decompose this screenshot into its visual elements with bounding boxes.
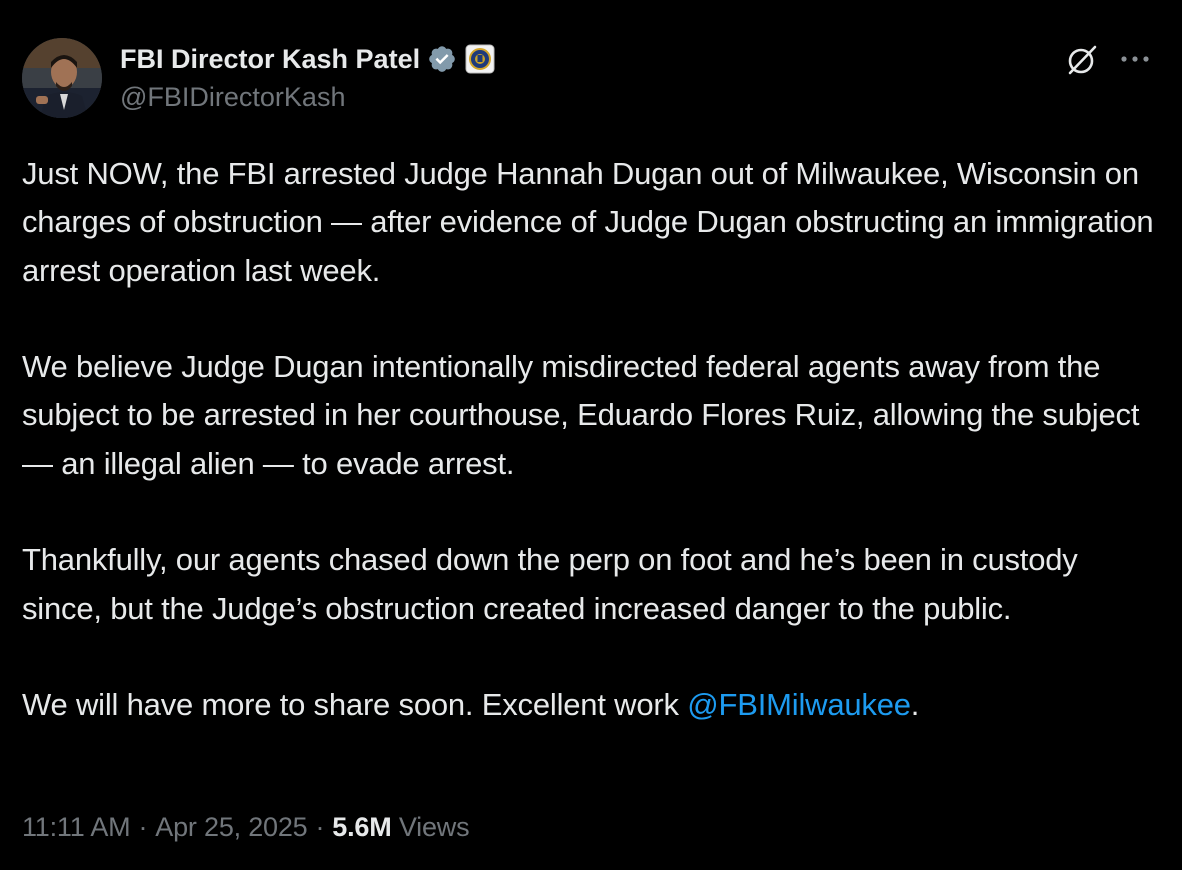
- fbi-seal-icon[interactable]: [465, 44, 495, 74]
- verified-check-icon[interactable]: [427, 44, 457, 74]
- tweet-paragraph: Just NOW, the FBI arrested Judge Hannah …: [22, 156, 1154, 288]
- tweet-date[interactable]: Apr 25, 2025: [155, 812, 307, 842]
- avatar-image: [22, 38, 102, 118]
- author-display-name[interactable]: FBI Director Kash Patel: [120, 44, 420, 75]
- tweet-paragraph: Thankfully, our agents chased down the p…: [22, 542, 1078, 626]
- tweet-text-segment: We will have more to share soon. Excelle…: [22, 687, 688, 723]
- mention-link[interactable]: @FBIMilwaukee: [687, 687, 911, 722]
- author-name-row: FBI Director Kash Patel: [120, 42, 495, 76]
- tweet-text: Just NOW, the FBI arrested Judge Hannah …: [22, 150, 1162, 730]
- tweet-paragraph-last: We will have more to share soon. Excelle…: [22, 681, 1162, 729]
- tweet-paragraph: We believe Judge Dugan intentionally mis…: [22, 349, 1140, 481]
- meta-separator: ·: [138, 812, 148, 842]
- tweet-meta: 11:11 AM · Apr 25, 2025 · 5.6M Views: [22, 812, 470, 843]
- grok-icon[interactable]: [1064, 42, 1100, 78]
- tweet-time[interactable]: 11:11 AM: [22, 812, 131, 842]
- meta-separator: ·: [315, 812, 325, 842]
- views-count[interactable]: 5.6M: [332, 812, 391, 842]
- more-options-icon[interactable]: [1118, 46, 1152, 72]
- views-label: Views: [398, 812, 470, 842]
- tweet-text-segment: .: [910, 687, 920, 723]
- avatar[interactable]: [22, 38, 102, 118]
- author-handle[interactable]: @FBIDirectorKash: [120, 82, 345, 113]
